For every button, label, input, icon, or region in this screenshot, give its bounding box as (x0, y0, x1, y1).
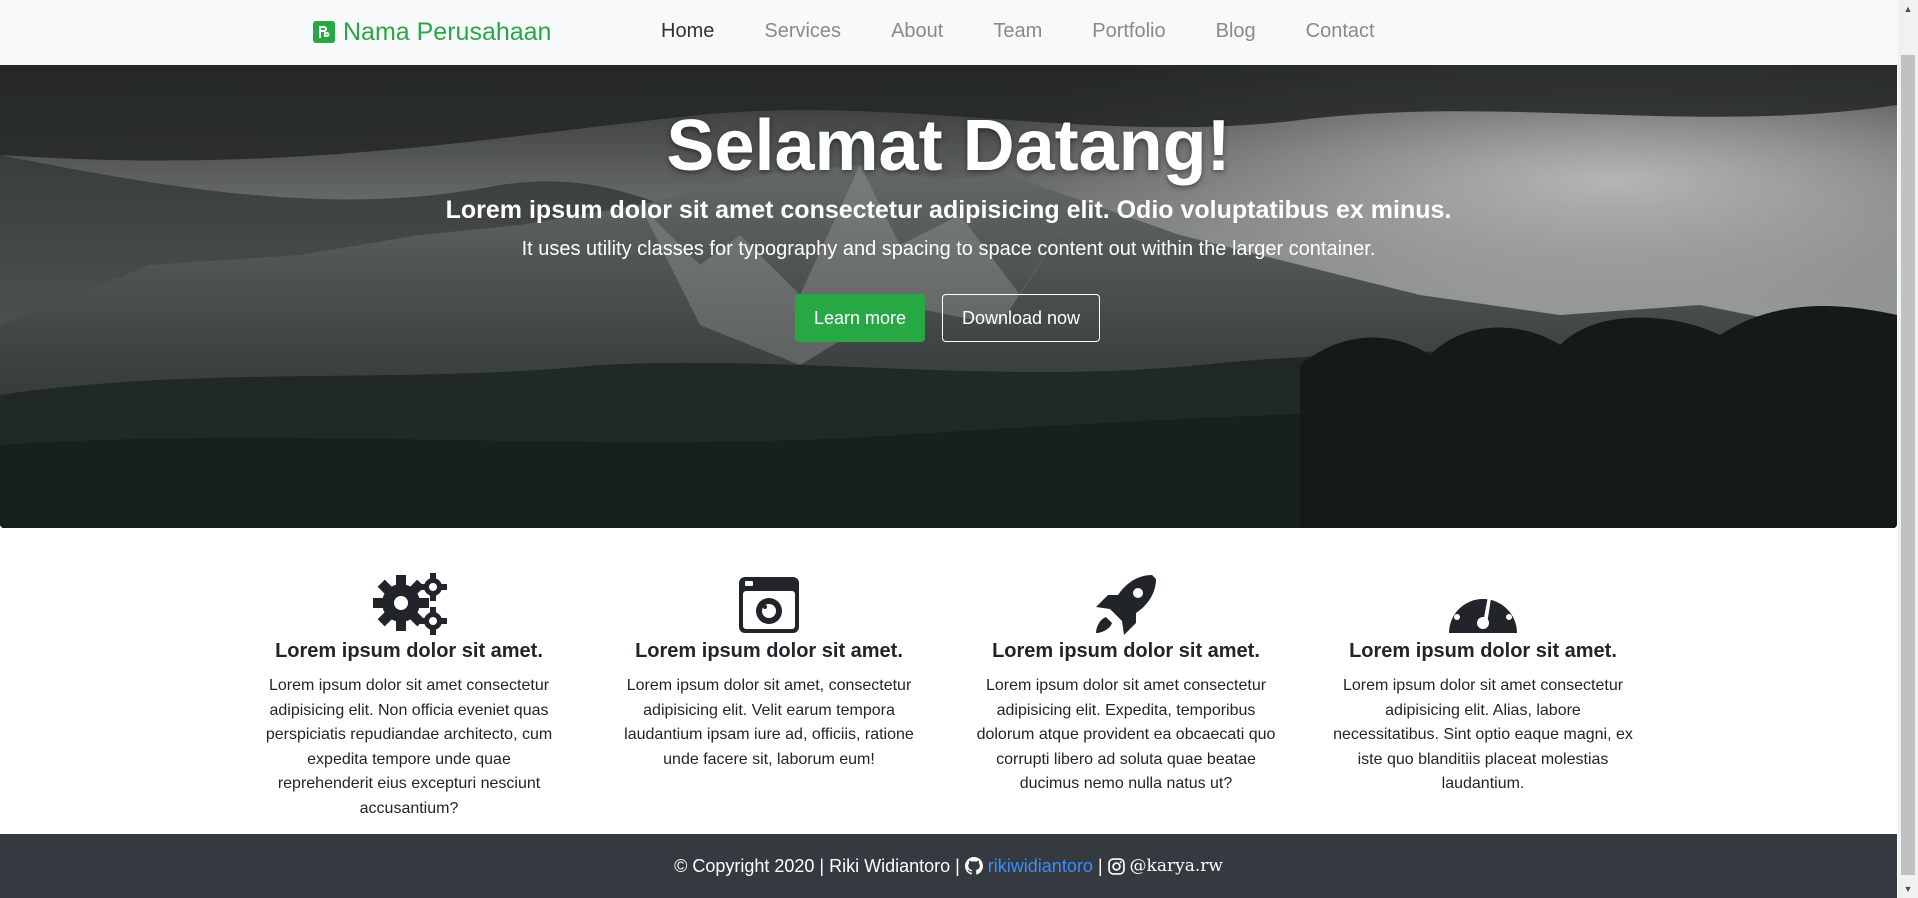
footer: © Copyright 2020 | Riki Widiantoro | rik… (0, 834, 1897, 898)
learn-more-button[interactable]: Learn more (795, 294, 925, 342)
feature-text: Lorem ipsum dolor sit amet consectetur a… (265, 677, 553, 817)
speedometer-icon (1449, 584, 1517, 633)
hero-jumbotron: Selamat Datang! Lorem ipsum dolor sit am… (0, 65, 1897, 528)
download-now-button[interactable]: Download now (942, 294, 1100, 342)
nav-link-home[interactable]: Home (636, 20, 739, 43)
scroll-down-arrow-icon[interactable]: ▼ (1898, 880, 1918, 898)
feature-title: Lorem ipsum dolor sit amet. (1349, 640, 1617, 662)
nav-link-contact[interactable]: Contact (1281, 20, 1400, 43)
github-icon (964, 857, 983, 875)
hero-lead: Lorem ipsum dolor sit amet consectetur a… (445, 196, 1452, 224)
gears-icon (373, 573, 447, 635)
page-scrollbar[interactable]: ▲ ▼ (1898, 0, 1918, 898)
feature-text: Lorem ipsum dolor sit amet consectetur a… (976, 677, 1276, 792)
nav-menu: Home Services About Team Portfolio Blog … (636, 0, 1400, 63)
brand-name: Nama Perusahaan (343, 17, 552, 46)
feature-text: Lorem ipsum dolor sit amet, consectetur … (624, 677, 914, 768)
instagram-icon (1107, 857, 1125, 875)
hero-subtext: It uses utility classes for typography a… (521, 238, 1376, 260)
footer-separator: | (1097, 855, 1103, 876)
feature-title: Lorem ipsum dolor sit amet. (275, 640, 543, 662)
hero-title: Selamat Datang! (666, 106, 1231, 186)
nav-link-portfolio[interactable]: Portfolio (1067, 20, 1190, 43)
nav-link-services[interactable]: Services (739, 20, 866, 43)
brand-link[interactable]: Nama Perusahaan (313, 14, 551, 50)
camera-icon (739, 577, 799, 633)
nav-link-blog[interactable]: Blog (1191, 20, 1281, 43)
brand-logo-icon (313, 21, 335, 43)
scroll-up-arrow-icon[interactable]: ▲ (1898, 0, 1918, 18)
rocket-icon (1096, 575, 1156, 635)
feature-text: Lorem ipsum dolor sit amet consectetur a… (1333, 677, 1633, 792)
feature-title: Lorem ipsum dolor sit amet. (992, 640, 1260, 662)
features-section: Lorem ipsum dolor sit amet. Lorem ipsum … (0, 528, 1897, 834)
nav-link-team[interactable]: Team (968, 20, 1067, 43)
scrollbar-thumb[interactable] (1901, 55, 1915, 875)
github-link[interactable]: rikiwidiantoro (988, 856, 1093, 877)
navbar: Nama Perusahaan Home Services About Team… (0, 0, 1898, 66)
feature-title: Lorem ipsum dolor sit amet. (635, 640, 903, 662)
instagram-handle[interactable]: @karya.rw (1130, 856, 1223, 876)
footer-copyright: © Copyright 2020 | Riki Widiantoro | (674, 855, 960, 876)
nav-link-about[interactable]: About (866, 20, 968, 43)
